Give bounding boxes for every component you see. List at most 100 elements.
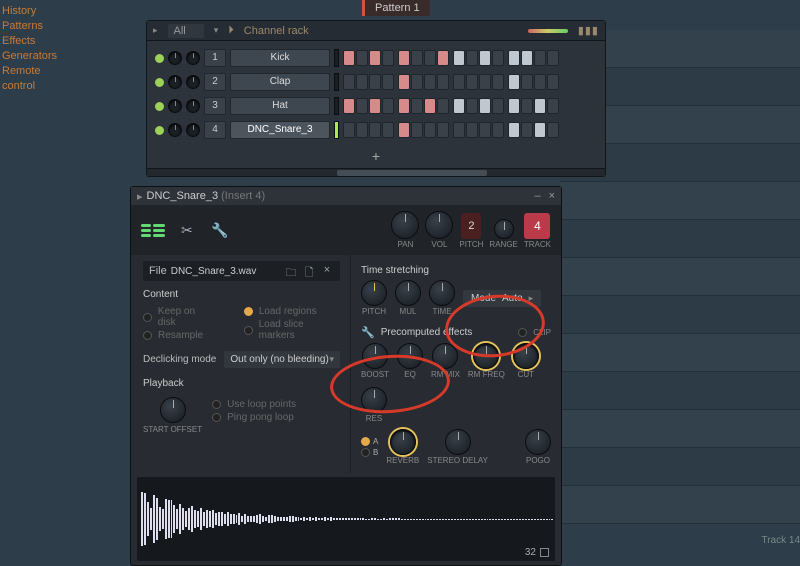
channel-number[interactable]: 1 <box>204 49 226 67</box>
opt-resample[interactable]: Resample <box>143 330 214 341</box>
sampler-titlebar[interactable]: ▸ DNC_Snare_3 (Insert 4) – × <box>131 187 561 205</box>
step-cell[interactable] <box>424 122 436 138</box>
rmmix-knob[interactable] <box>432 343 458 369</box>
pogo-knob[interactable] <box>525 429 551 455</box>
step-cell[interactable] <box>398 122 410 138</box>
step-cell[interactable] <box>437 98 449 114</box>
step-cell[interactable] <box>424 50 436 66</box>
channel-number[interactable]: 4 <box>204 121 226 139</box>
nav-effects[interactable]: Effects <box>2 34 60 49</box>
track-badge[interactable]: 4 <box>524 213 550 239</box>
step-cell[interactable] <box>453 122 465 138</box>
reverb-ab[interactable]: A B <box>361 437 378 457</box>
step-cell[interactable] <box>382 98 394 114</box>
channel-vol-knob[interactable] <box>186 75 200 89</box>
cut-knob[interactable] <box>513 343 539 369</box>
res-knob[interactable] <box>361 387 387 413</box>
step-cell[interactable] <box>398 98 410 114</box>
channel-enable-led[interactable] <box>155 54 164 63</box>
step-cell[interactable] <box>492 98 504 114</box>
channel-vol-knob[interactable] <box>186 99 200 113</box>
step-cell[interactable] <box>356 74 368 90</box>
step-cell[interactable] <box>356 122 368 138</box>
rack-scrollbar[interactable] <box>147 168 605 176</box>
step-sequencer[interactable] <box>343 50 563 66</box>
step-cell[interactable] <box>382 122 394 138</box>
start-offset-knob[interactable] <box>160 397 186 423</box>
minimize-icon[interactable]: – <box>534 190 540 202</box>
wrench-icon[interactable]: 🔧 <box>211 222 227 238</box>
step-cell[interactable] <box>547 98 559 114</box>
step-cell[interactable] <box>547 74 559 90</box>
step-cell[interactable] <box>411 122 423 138</box>
step-cell[interactable] <box>521 122 533 138</box>
step-cell[interactable] <box>437 74 449 90</box>
sample-tab-icon[interactable] <box>141 221 167 239</box>
step-cell[interactable] <box>547 50 559 66</box>
step-cell[interactable] <box>369 50 381 66</box>
step-cell[interactable] <box>356 50 368 66</box>
step-cell[interactable] <box>453 50 465 66</box>
channel-enable-led[interactable] <box>155 102 164 111</box>
nav-patterns[interactable]: Patterns <box>2 19 60 34</box>
opt-keep-on-disk[interactable]: Keep on disk <box>143 306 214 328</box>
channel-enable-led[interactable] <box>155 78 164 87</box>
channel-vol-knob[interactable] <box>186 51 200 65</box>
add-channel-button[interactable]: + <box>147 147 605 168</box>
step-cell[interactable] <box>547 122 559 138</box>
pitch-badge[interactable]: 2 <box>461 213 481 239</box>
step-sequencer[interactable] <box>343 74 563 90</box>
step-cell[interactable] <box>479 50 491 66</box>
step-sequencer[interactable] <box>343 122 563 138</box>
wf-resize-icon[interactable] <box>540 548 549 557</box>
step-sequencer[interactable] <box>343 98 563 114</box>
step-cell[interactable] <box>424 74 436 90</box>
step-cell[interactable] <box>466 74 478 90</box>
step-cell[interactable] <box>492 74 504 90</box>
channel-number[interactable]: 3 <box>204 97 226 115</box>
channel-name-button[interactable]: DNC_Snare_3 <box>230 121 330 139</box>
opt-ping-pong[interactable]: Ping pong loop <box>212 412 296 423</box>
step-cell[interactable] <box>492 122 504 138</box>
step-cell[interactable] <box>369 74 381 90</box>
step-cell[interactable] <box>411 74 423 90</box>
step-cell[interactable] <box>398 74 410 90</box>
step-cell[interactable] <box>369 122 381 138</box>
step-cell[interactable] <box>534 122 546 138</box>
wrench-icon-2[interactable]: 🔧 <box>361 326 375 339</box>
step-cell[interactable] <box>508 74 520 90</box>
step-cell[interactable] <box>534 50 546 66</box>
close-icon[interactable]: × <box>549 190 555 202</box>
channel-pan-knob[interactable] <box>168 51 182 65</box>
nav-history[interactable]: History <box>2 4 60 19</box>
folder-icon[interactable]: 🗀 <box>284 264 298 278</box>
nav-generators[interactable]: Generators <box>2 49 60 64</box>
step-cell[interactable] <box>508 98 520 114</box>
step-cell[interactable] <box>479 122 491 138</box>
chevron-down-icon[interactable]: ▾ <box>214 25 219 36</box>
step-cell[interactable] <box>479 98 491 114</box>
file-name[interactable]: DNC_Snare_3.wav <box>171 266 280 277</box>
step-cell[interactable] <box>424 98 436 114</box>
opt-load-regions[interactable]: Load regions <box>244 306 340 317</box>
step-cell[interactable] <box>411 50 423 66</box>
ts-mul-knob[interactable] <box>395 280 421 306</box>
opt-use-loop[interactable]: Use loop points <box>212 399 296 410</box>
opt-load-slices[interactable]: Load slice markers <box>244 319 340 341</box>
step-cell[interactable] <box>534 98 546 114</box>
step-cell[interactable] <box>453 74 465 90</box>
reverb-knob[interactable] <box>390 429 416 455</box>
rack-group-selector[interactable]: All <box>168 24 204 38</box>
clip-toggle[interactable] <box>518 328 527 337</box>
declick-combo[interactable]: Out only (no bleeding)▾ <box>224 351 340 368</box>
channel-pan-knob[interactable] <box>168 99 182 113</box>
nav-remote[interactable]: Remote control <box>2 64 60 94</box>
step-cell[interactable] <box>343 122 355 138</box>
step-cell[interactable] <box>521 74 533 90</box>
step-cell[interactable] <box>398 50 410 66</box>
ts-pitch-knob[interactable] <box>361 280 387 306</box>
channel-name-button[interactable]: Clap <box>230 73 330 91</box>
step-cell[interactable] <box>343 50 355 66</box>
ts-time-knob[interactable] <box>429 280 455 306</box>
scissors-icon[interactable]: ✂ <box>181 222 197 238</box>
